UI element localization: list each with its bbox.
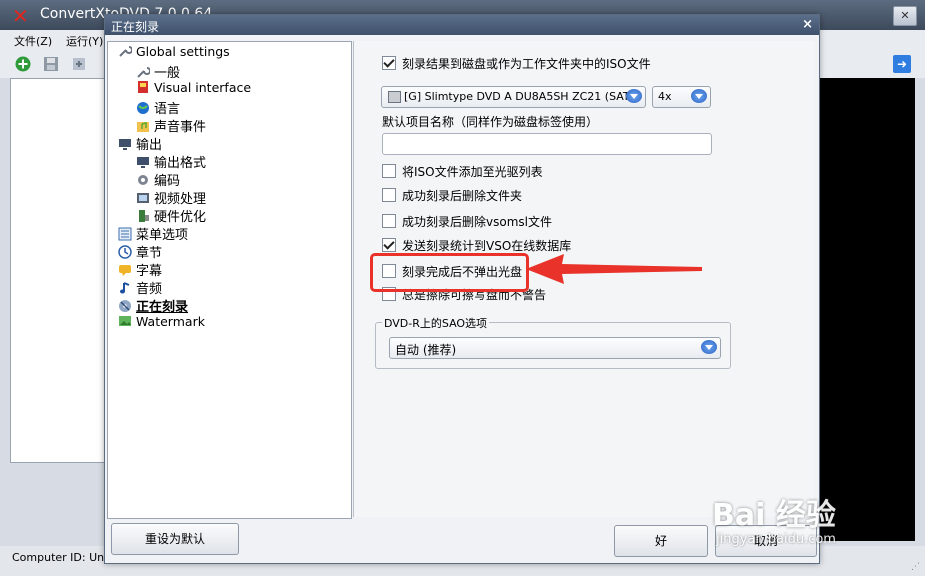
note-icon bbox=[120, 282, 130, 294]
delete-vsomsl-checkbox[interactable] bbox=[382, 214, 396, 228]
tree-item-watermark[interactable]: Watermark bbox=[118, 314, 205, 332]
sao-select[interactable]: 自动 (推荐) bbox=[389, 337, 721, 359]
tree-item-sound-events[interactable]: 声音事件 bbox=[136, 116, 206, 135]
annotation-highlight-box bbox=[370, 253, 529, 292]
tree-item-global-settings[interactable]: Global settings bbox=[118, 44, 230, 62]
monitor-icon bbox=[137, 157, 149, 168]
delete-folder-checkbox[interactable] bbox=[382, 188, 396, 202]
tree-item-menu-options[interactable]: 菜单选项 bbox=[118, 224, 188, 243]
save-icon[interactable] bbox=[43, 56, 59, 72]
chevron-down-icon[interactable] bbox=[626, 89, 642, 103]
reset-defaults-button[interactable]: 重设为默认 bbox=[111, 523, 239, 555]
arrow-right-icon[interactable]: ➜ bbox=[893, 55, 911, 73]
menu-icon bbox=[118, 227, 132, 241]
tree-item-burning[interactable]: 正在刻录 bbox=[118, 296, 188, 315]
watermark: Bai 经验 jingyan.baidu.com bbox=[712, 480, 882, 550]
tree-item-general[interactable]: 一般 bbox=[136, 62, 180, 81]
check-row-add-iso[interactable]: 将ISO文件添加至光驱列表 bbox=[382, 163, 543, 181]
tree-item-chapters[interactable]: 章节 bbox=[118, 242, 162, 261]
preview-panel bbox=[820, 78, 915, 541]
gear-icon bbox=[138, 175, 148, 185]
tree-item-output[interactable]: 输出 bbox=[118, 134, 162, 153]
sao-select-value: 自动 (推荐) bbox=[395, 343, 457, 357]
project-name-label: 默认项目名称（同样作为磁盘标签使用） bbox=[382, 115, 599, 129]
tree-item-video-processing[interactable]: 视频处理 bbox=[136, 188, 206, 207]
settings-tree: Global settings 一般 Visual interface 语言 声… bbox=[107, 41, 352, 519]
video-icon bbox=[137, 193, 149, 203]
music-folder-icon bbox=[137, 122, 149, 132]
image-icon bbox=[119, 316, 131, 326]
wrench-icon bbox=[119, 46, 132, 57]
speed-select-value: 4x bbox=[658, 90, 672, 103]
status-text: Computer ID: Unk bbox=[12, 551, 111, 564]
tree-item-output-format[interactable]: 输出格式 bbox=[136, 152, 206, 171]
disc-icon bbox=[119, 300, 131, 312]
dialog-title-bar: 正在刻录 × bbox=[105, 15, 819, 35]
drive-select-value: [G] Slimtype DVD A DU8A5SH ZC21 (SATA) bbox=[404, 90, 641, 103]
convert-icon[interactable] bbox=[71, 56, 87, 72]
add-iso-checkbox[interactable] bbox=[382, 164, 396, 178]
iso-burn-checkbox-row[interactable]: 刻录结果到磁盘或作为工作文件夹中的ISO文件 bbox=[382, 55, 651, 73]
drive-icon bbox=[388, 91, 401, 103]
watermark-url: jingyan.baidu.com bbox=[716, 532, 836, 547]
resize-grip-icon[interactable]: ⋰ bbox=[911, 562, 921, 572]
project-panel bbox=[10, 78, 107, 463]
check-row-delete-vsomsl[interactable]: 成功刻录后删除vsomsl文件 bbox=[382, 213, 552, 231]
delete-vsomsl-label: 成功刻录后删除vsomsl文件 bbox=[402, 215, 552, 229]
add-iso-label: 将ISO文件添加至光驱列表 bbox=[402, 165, 543, 179]
app-logo-icon: ✕ bbox=[12, 4, 29, 28]
dialog-close-button[interactable]: × bbox=[802, 17, 813, 32]
monitor-icon bbox=[119, 139, 131, 150]
watermark-logo-text: Bai 经验 bbox=[712, 498, 836, 533]
send-stats-label: 发送刻录统计到VSO在线数据库 bbox=[402, 239, 572, 253]
add-icon[interactable] bbox=[15, 56, 31, 72]
iso-burn-label: 刻录结果到磁盘或作为工作文件夹中的ISO文件 bbox=[402, 57, 651, 71]
ok-button[interactable]: 好 bbox=[614, 525, 708, 557]
project-name-input[interactable] bbox=[382, 133, 712, 155]
subtitle-icon bbox=[119, 265, 131, 276]
tree-item-subtitles[interactable]: 字幕 bbox=[118, 260, 162, 279]
speed-select[interactable]: 4x bbox=[652, 86, 711, 108]
tree-item-visual-interface[interactable]: Visual interface bbox=[136, 80, 251, 98]
send-stats-checkbox[interactable] bbox=[382, 238, 396, 252]
palette-icon bbox=[138, 81, 148, 93]
tree-item-language[interactable]: 语言 bbox=[136, 98, 180, 117]
sao-group-title: DVD-R上的SAO选项 bbox=[382, 315, 490, 331]
globe-icon bbox=[137, 102, 149, 114]
check-row-delete-folder[interactable]: 成功刻录后删除文件夹 bbox=[382, 187, 522, 205]
tree-item-encoding[interactable]: 编码 bbox=[136, 170, 180, 189]
iso-burn-checkbox[interactable] bbox=[382, 56, 396, 70]
tree-item-audio[interactable]: 音频 bbox=[118, 278, 162, 297]
annotation-arrow-icon bbox=[526, 254, 702, 284]
clock-icon bbox=[118, 245, 132, 259]
chip-icon bbox=[139, 210, 149, 222]
sao-options-group: DVD-R上的SAO选项 自动 (推荐) bbox=[375, 315, 731, 369]
drive-select[interactable]: [G] Slimtype DVD A DU8A5SH ZC21 (SATA) bbox=[381, 86, 646, 108]
tree-item-hardware-optimization[interactable]: 硬件优化 bbox=[136, 206, 206, 225]
menu-file[interactable]: 文件(Z) bbox=[14, 33, 52, 49]
chevron-down-icon[interactable] bbox=[701, 340, 717, 354]
chevron-down-icon[interactable] bbox=[691, 89, 707, 103]
menu-run[interactable]: 运行(Y) bbox=[66, 33, 103, 49]
wrench-icon bbox=[137, 67, 150, 78]
window-close-button[interactable]: ✕ bbox=[893, 6, 917, 26]
delete-folder-label: 成功刻录后删除文件夹 bbox=[402, 189, 523, 203]
dialog-title: 正在刻录 bbox=[111, 20, 160, 34]
